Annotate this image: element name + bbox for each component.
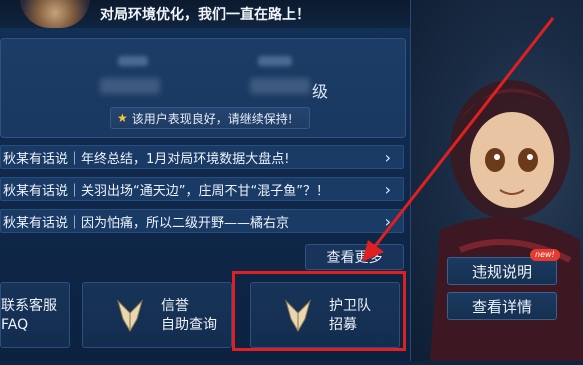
arrow-annotation: [362, 17, 555, 262]
